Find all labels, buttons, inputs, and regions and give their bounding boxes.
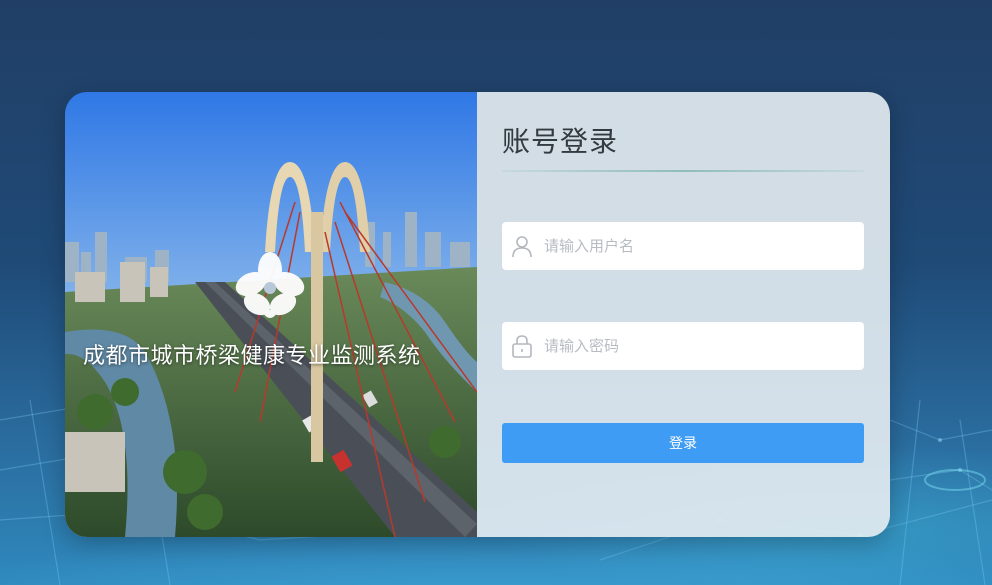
- login-button[interactable]: 登录: [502, 423, 864, 463]
- hero-image-panel: 成都市城市桥梁健康专业监测系统: [65, 92, 477, 537]
- password-field: [502, 322, 864, 370]
- login-form-panel: 账号登录 登录: [477, 92, 890, 537]
- title-divider: [502, 170, 864, 172]
- login-card: 成都市城市桥梁健康专业监测系统 账号登录 登录: [65, 92, 890, 537]
- username-field: [502, 222, 864, 270]
- login-title: 账号登录: [502, 125, 619, 158]
- password-input[interactable]: [542, 336, 846, 356]
- user-icon: [502, 222, 542, 270]
- flower-logo-icon: [235, 252, 305, 318]
- username-input[interactable]: [542, 236, 846, 256]
- system-name: 成都市城市桥梁健康专业监测系统: [83, 344, 421, 369]
- lock-icon: [502, 322, 542, 370]
